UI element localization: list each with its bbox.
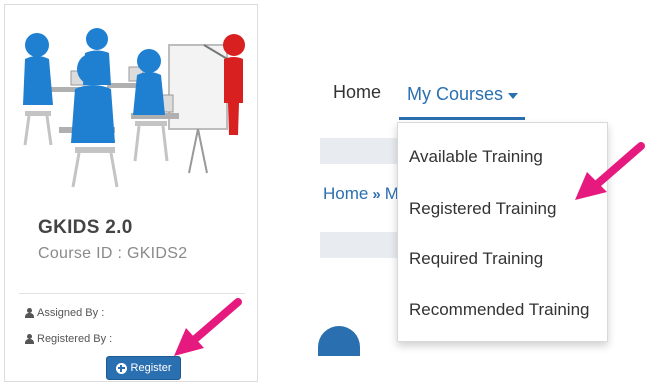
assigned-by-label: Assigned By : — [37, 307, 105, 319]
nav-home-link[interactable]: Home — [333, 82, 381, 103]
course-id: Course ID : GKIDS2 — [38, 245, 188, 262]
nav-my-courses-menu[interactable]: My Courses — [399, 72, 525, 120]
plus-circle-icon — [115, 362, 127, 374]
header-band — [320, 138, 400, 164]
dropdown-item-recommended-training[interactable]: Recommended Training — [409, 300, 589, 320]
content-band — [320, 232, 400, 258]
partial-avatar — [318, 326, 360, 356]
dropdown-item-required-training[interactable]: Required Training — [409, 249, 543, 269]
user-icon — [25, 308, 34, 318]
registered-by-row: Registered By : — [25, 333, 112, 345]
registered-by-label: Registered By : — [37, 333, 113, 345]
course-title: GKIDS 2.0 — [38, 217, 133, 238]
register-button-label: Register — [130, 362, 172, 374]
caret-down-icon — [508, 92, 519, 99]
pink-arrow-icon — [172, 296, 244, 358]
dropdown-item-available-training[interactable]: Available Training — [409, 147, 543, 167]
pink-arrow-icon — [573, 140, 646, 204]
breadcrumb-separator: » — [372, 185, 381, 203]
assigned-by-row: Assigned By : — [25, 307, 104, 319]
nav-my-courses-label: My Courses — [407, 84, 504, 104]
user-icon — [25, 334, 34, 344]
dropdown-item-registered-training[interactable]: Registered Training — [409, 199, 556, 219]
classroom-training-illustration — [19, 15, 245, 195]
card-divider — [19, 293, 245, 294]
breadcrumb-home-link[interactable]: Home — [323, 184, 368, 204]
register-button[interactable]: Register — [106, 356, 181, 380]
breadcrumb: Home » M — [323, 184, 399, 204]
